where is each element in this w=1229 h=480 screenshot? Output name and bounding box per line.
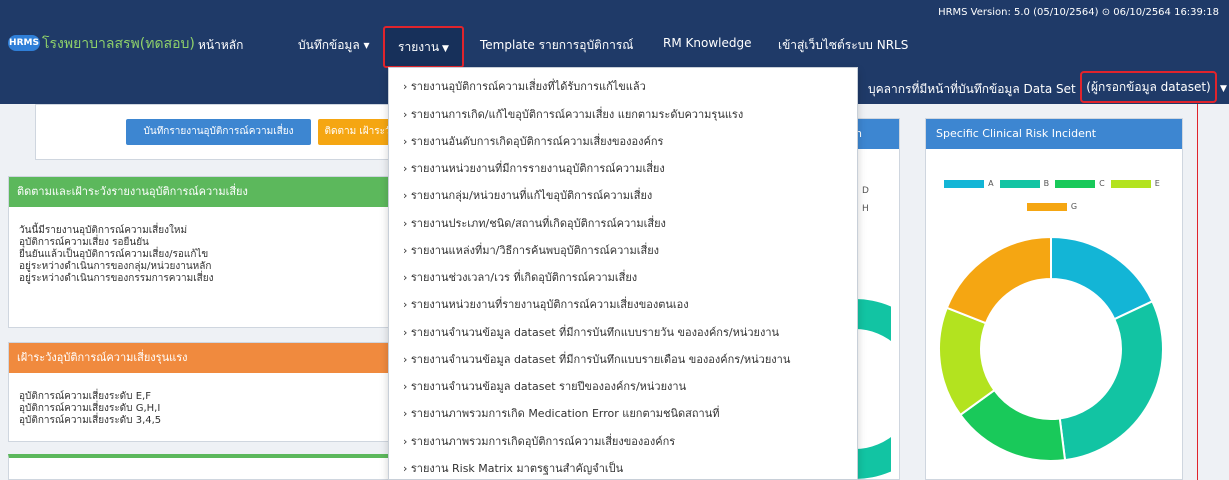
nav-home[interactable]: หน้าหลัก: [198, 36, 243, 55]
menu-item[interactable]: › รายงานหน่วยงานที่รายงานอุบัติการณ์ความ…: [403, 295, 689, 313]
chart-title: Specific Clinical Risk Incident: [926, 119, 1182, 149]
follow-line[interactable]: อุบัติการณ์ความเสี่ยง รอยืนยัน: [19, 237, 213, 249]
chevron-down-icon: ▼: [1220, 84, 1227, 94]
legend-label: B: [1043, 179, 1050, 188]
nav-nrls[interactable]: เข้าสู่เว็บไซต์ระบบ NRLS: [778, 36, 908, 55]
legend-item[interactable]: G: [1026, 202, 1078, 211]
donut-slice-a[interactable]: [1050, 235, 1154, 321]
severe-panel: เฝ้าระวังอุบัติการณ์ความเสี่ยงรุนแรง อุบ…: [8, 342, 401, 442]
donut-slice-b[interactable]: [1058, 299, 1164, 462]
nav-report[interactable]: รายงาน ▼: [383, 26, 464, 68]
dataset-role-dropdown[interactable]: (ผู้กรอกข้อมูล dataset): [1080, 71, 1217, 103]
legend-swatch: [1026, 202, 1067, 211]
chart-panel: Specific Clinical Risk Incident A B C E G: [925, 118, 1183, 480]
chevron-down-icon: ▼: [442, 44, 449, 54]
menu-item[interactable]: › รายงานกลุ่ม/หน่วยงานที่แก้ไขอุบัติการณ…: [403, 186, 652, 204]
menu-item[interactable]: › รายงานประเภท/ชนิด/สถานที่เกิดอุบัติการ…: [403, 214, 666, 232]
legend-item[interactable]: B: [999, 179, 1050, 188]
hospital-name[interactable]: โรงพยาบาลสรพ(ทดสอบ): [42, 33, 195, 55]
menu-item[interactable]: › รายงานหน่วยงานที่มีการรายงานอุบัติการณ…: [403, 159, 665, 177]
legend-swatch: [1110, 179, 1151, 188]
menu-item[interactable]: › รายงานแหล่งที่มา/วิธีการค้นพบอุบัติการ…: [403, 241, 659, 259]
legend-row: ABCE: [926, 171, 1184, 190]
menu-item[interactable]: › รายงานจำนวนข้อมูล dataset ที่มีการบันท…: [403, 350, 790, 368]
donut-slice-g[interactable]: [945, 235, 1052, 325]
version-text: HRMS Version: 5.0 (05/10/2564) ⊙ 06/10/2…: [938, 7, 1219, 18]
follow-line[interactable]: วันนี้มีรายงานอุบัติการณ์ความเสี่ยงใหม่: [19, 225, 213, 237]
record-incident-button[interactable]: บันทึกรายงานอุบัติการณ์ความเสี่ยง: [126, 119, 311, 145]
severe-panel-body: อุบัติการณ์ความเสี่ยงระดับ E,F อุบัติการ…: [19, 391, 161, 427]
next-panel: [8, 454, 401, 480]
red-border-line: [1197, 104, 1198, 480]
chart-legend: A B C E G: [926, 171, 1184, 217]
menu-item[interactable]: › รายงานช่วงเวลา/เวร ที่เกิดอุบัติการณ์ค…: [403, 268, 637, 286]
follow-line[interactable]: ยืนยันแล้วเป็นอุบัติการณ์ความเสี่ยง/รอแก…: [19, 249, 213, 261]
legend-swatch: [999, 179, 1040, 188]
legend-label: G: [1070, 202, 1078, 211]
follow-panel-body: วันนี้มีรายงานอุบัติการณ์ความเสี่ยงใหม่ …: [19, 225, 213, 285]
follow-panel-title: ติดตามและเฝ้าระวังรายงานอุบัติการณ์ความเ…: [9, 177, 400, 207]
legend-item[interactable]: C: [1055, 179, 1105, 188]
menu-item[interactable]: › รายงานจำนวนข้อมูล dataset รายปีขององค์…: [403, 377, 686, 395]
nav-report-label: รายงาน: [398, 40, 440, 54]
menu-item[interactable]: › รายงาน Risk Matrix มาตรฐานสำคัญจำเป็น: [403, 459, 623, 477]
quick-actions-panel: บันทึกรายงานอุบัติการณ์ความเสี่ยง ติดตาม…: [35, 104, 402, 160]
donut-chart: [938, 235, 1164, 462]
middle-legend-h: H: [862, 204, 869, 214]
legend-item[interactable]: E: [1110, 179, 1160, 188]
legend-swatch: [944, 179, 985, 188]
severe-panel-title: เฝ้าระวังอุบัติการณ์ความเสี่ยงรุนแรง: [9, 343, 400, 373]
menu-item[interactable]: › รายงานภาพรวมการเกิดอุบัติการณ์ความเสี่…: [403, 432, 675, 450]
legend-swatch: [1055, 179, 1096, 188]
severe-line[interactable]: อุบัติการณ์ความเสี่ยงระดับ E,F: [19, 391, 161, 403]
follow-panel: ติดตามและเฝ้าระวังรายงานอุบัติการณ์ความเ…: [8, 176, 401, 328]
severe-line[interactable]: อุบัติการณ์ความเสี่ยงระดับ 3,4,5: [19, 415, 161, 427]
legend-row: G: [926, 194, 1184, 213]
menu-item[interactable]: › รายงานการเกิด/แก้ไขอุบัติการณ์ความเสี่…: [403, 105, 743, 123]
severe-line[interactable]: อุบัติการณ์ความเสี่ยงระดับ G,H,I: [19, 403, 161, 415]
legend-item[interactable]: A: [944, 179, 994, 188]
middle-legend-d: D: [862, 186, 869, 196]
legend-label: A: [988, 179, 994, 188]
dataset-user-label: บุคลากรที่มีหน้าที่บันทึกข้อมูล Data Set: [868, 82, 1076, 96]
follow-line[interactable]: อยู่ระหว่างดำเนินการของกรรมการความเสี่ยง: [19, 273, 213, 285]
legend-label: E: [1154, 179, 1160, 188]
menu-item[interactable]: › รายงานอันดับการเกิดอุบัติการณ์ความเสี่…: [403, 132, 663, 150]
nav-rm-knowledge[interactable]: RM Knowledge: [663, 36, 751, 50]
nav-record[interactable]: บันทึกข้อมูล ▾: [298, 36, 370, 55]
menu-item[interactable]: › รายงานจำนวนข้อมูล dataset ที่มีการบันท…: [403, 323, 779, 341]
menu-item[interactable]: › รายงานอุบัติการณ์ความเสี่ยงที่ได้รับกา…: [403, 77, 646, 95]
menu-item[interactable]: › รายงานภาพรวมการเกิด Medication Error แ…: [403, 404, 720, 422]
legend-label: C: [1099, 179, 1105, 188]
report-dropdown-menu: › รายงานอุบัติการณ์ความเสี่ยงที่ได้รับกา…: [388, 67, 858, 480]
follow-line[interactable]: อยู่ระหว่างดำเนินการของกลุ่ม/หน่วยงานหลั…: [19, 261, 213, 273]
hrms-logo[interactable]: HRMS: [8, 35, 40, 51]
nav-template[interactable]: Template รายการอุบัติการณ์: [480, 36, 633, 55]
